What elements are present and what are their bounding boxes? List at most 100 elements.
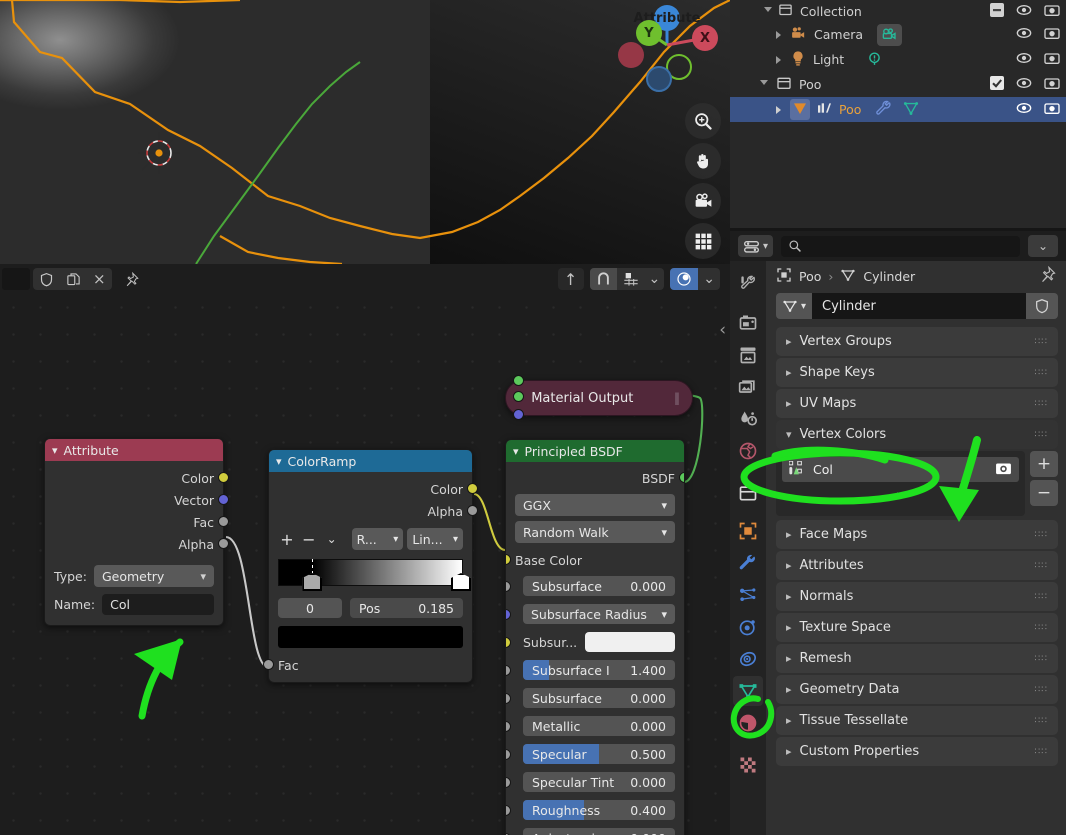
expand-triangle-icon[interactable]: ▸ xyxy=(788,490,794,503)
socket-surface-top[interactable] xyxy=(513,375,524,386)
visibility-eye-icon[interactable] xyxy=(1016,51,1032,68)
colorramp-menu-icon[interactable]: ⌄ xyxy=(322,532,342,546)
tab-particles[interactable] xyxy=(733,580,763,610)
expand-triangle-icon[interactable] xyxy=(776,30,781,39)
panel-face-maps[interactable]: ▸ Face Maps ∷∷ xyxy=(776,520,1058,549)
tab-view-layer[interactable] xyxy=(733,372,763,402)
specular-slider[interactable]: Specular 0.500 xyxy=(523,744,675,764)
panel-grip-icon[interactable]: ∷∷ xyxy=(1035,530,1048,539)
principled-prop-anisotropic[interactable]: Anisotropic 0.000 xyxy=(506,824,684,835)
checkbox-partial-icon[interactable] xyxy=(990,2,1004,20)
panel-grip-icon[interactable]: ∷∷ xyxy=(1035,561,1048,570)
panel-grip-icon[interactable]: ∷∷ xyxy=(1035,430,1048,439)
socket-vector[interactable] xyxy=(218,494,229,505)
subsurface-method-dropdown[interactable]: Random Walk ▾ xyxy=(515,521,675,543)
panel-grip-icon[interactable]: ∷∷ xyxy=(1035,623,1048,632)
node-principled-bsdf[interactable]: ▾ Principled BSDF BSDF GGX ▾ Random Walk… xyxy=(505,439,685,835)
overlay-chevron-down-icon[interactable]: ⌄ xyxy=(698,268,720,290)
panel-uv-maps[interactable]: ▸ UV Maps ∷∷ xyxy=(776,389,1058,418)
principled-prop-subsurface-anisotropy[interactable]: Subsurface 0.000 xyxy=(506,684,684,712)
panel-shape-keys[interactable]: ▸ Shape Keys ∷∷ xyxy=(776,358,1058,387)
tab-object[interactable] xyxy=(733,516,763,546)
panel-texture-space[interactable]: ▸ Texture Space ∷∷ xyxy=(776,613,1058,642)
socket-input[interactable] xyxy=(506,693,511,704)
visibility-eye-icon[interactable] xyxy=(1016,26,1032,43)
properties-content[interactable]: Poo › Cylinder ▾ Cylinder ▸ Vertex Group… xyxy=(766,261,1066,835)
attribute-name-row[interactable]: Name: Col xyxy=(45,592,223,617)
colorramp-output-color[interactable]: Color xyxy=(269,478,478,500)
panel-remesh[interactable]: ▸ Remesh ∷∷ xyxy=(776,644,1058,673)
expand-triangle-icon[interactable] xyxy=(776,55,781,64)
tab-scene[interactable] xyxy=(733,404,763,434)
socket-input[interactable] xyxy=(506,777,511,788)
panel-grip-icon[interactable]: ∷∷ xyxy=(1035,337,1048,346)
socket-bsdf[interactable] xyxy=(679,472,684,483)
outliner-row-icons[interactable] xyxy=(990,76,1060,93)
principled-distribution-row[interactable]: GGX ▾ xyxy=(506,489,684,516)
attribute-output-color[interactable]: Color xyxy=(45,467,229,489)
attribute-type-row[interactable]: Type: Geometry ▾ xyxy=(45,563,223,589)
breadcrumb-object[interactable]: Poo xyxy=(799,269,821,284)
outliner-row-light[interactable]: Light xyxy=(730,47,1066,72)
colorramp-stop-color-swatch[interactable] xyxy=(278,626,463,648)
socket-fac[interactable] xyxy=(263,659,274,670)
render-camera-icon[interactable] xyxy=(1044,76,1060,93)
attribute-output-fac[interactable]: Fac xyxy=(45,511,229,533)
colorramp-toolrow[interactable]: + − ⌄ R... ▾ Lin... ▾ xyxy=(269,522,472,550)
principled-output-bsdf[interactable]: BSDF xyxy=(506,467,684,489)
subsurface-color-swatch[interactable] xyxy=(585,632,675,652)
vertex-color-list-footer[interactable]: ▸ ∷∷ xyxy=(782,482,1019,510)
properties-header[interactable]: ▾ ⌄ xyxy=(730,231,1066,261)
tab-constraints[interactable] xyxy=(733,644,763,674)
grid-snap-icon[interactable] xyxy=(617,268,645,290)
socket-base-color[interactable] xyxy=(506,554,511,565)
render-camera-icon[interactable] xyxy=(995,461,1012,479)
principled-prop-subsurface[interactable]: Subsurface 0.000 xyxy=(506,572,684,600)
remove-vertex-color-button[interactable]: − xyxy=(1030,480,1058,506)
3d-viewport[interactable]: Attribute Y X xyxy=(0,0,730,264)
attribute-name-input[interactable]: Col xyxy=(102,594,214,615)
visibility-eye-icon[interactable] xyxy=(1016,3,1032,20)
socket-input[interactable] xyxy=(506,805,511,816)
mesh-id-block[interactable]: ▾ Cylinder xyxy=(776,293,1058,319)
colorramp-gradient-widget[interactable] xyxy=(278,559,471,591)
mesh-data-icon[interactable] xyxy=(902,100,920,120)
fake-user-icon[interactable] xyxy=(1026,293,1058,319)
node-mute-icon[interactable]: ‖ xyxy=(674,391,680,405)
principled-base-color-row[interactable]: Base Color xyxy=(506,548,684,572)
shader-node-editor[interactable]: × ↑ ⌄ ⌄ ‹ Material Output ‖ ▾ Attribute … xyxy=(0,264,730,835)
panel-custom-properties[interactable]: ▸ Custom Properties ∷∷ xyxy=(776,737,1058,766)
anisotropic-slider[interactable]: Anisotropic 0.000 xyxy=(523,828,675,835)
breadcrumb[interactable]: Poo › Cylinder xyxy=(766,261,1066,291)
render-camera-icon[interactable] xyxy=(1044,3,1060,20)
gizmo-axis-neg-z[interactable] xyxy=(646,66,672,92)
socket-input[interactable] xyxy=(506,721,511,732)
tab-render[interactable] xyxy=(733,308,763,338)
zoom-icon[interactable] xyxy=(685,103,721,139)
attribute-output-alpha[interactable]: Alpha xyxy=(45,533,229,555)
attribute-type-dropdown[interactable]: Geometry ▾ xyxy=(93,565,214,587)
principled-prop-subsurface-ior[interactable]: Subsurface I 1.400 xyxy=(506,656,684,684)
socket-alpha[interactable] xyxy=(467,505,478,516)
vertex-color-list[interactable]: Col ▸ ∷∷ xyxy=(776,451,1025,516)
remove-stop-button[interactable]: − xyxy=(300,530,318,549)
outliner[interactable]: Collection Camera Light Poo Poo xyxy=(730,0,1066,228)
principled-prop-roughness[interactable]: Roughness 0.400 xyxy=(506,796,684,824)
vertex-colors-body[interactable]: Col ▸ ∷∷ + − xyxy=(776,451,1058,516)
distribution-dropdown[interactable]: GGX ▾ xyxy=(515,494,675,516)
colorramp-output-alpha[interactable]: Alpha xyxy=(269,500,478,522)
principled-subsurface-method-row[interactable]: Random Walk ▾ xyxy=(506,516,684,543)
outliner-row-poo-object[interactable]: Poo xyxy=(730,97,1066,122)
socket-input[interactable] xyxy=(506,749,511,760)
tab-object-data[interactable] xyxy=(733,676,763,706)
node-editor-header[interactable]: × ↑ ⌄ ⌄ xyxy=(0,264,730,294)
expand-triangle-icon[interactable] xyxy=(764,6,772,16)
panel-tissue-tessellate[interactable]: ▸ Tissue Tessellate ∷∷ xyxy=(776,706,1058,735)
node-principled-header[interactable]: ▾ Principled BSDF xyxy=(506,440,684,462)
properties-tab-strip[interactable] xyxy=(730,261,766,835)
render-camera-icon[interactable] xyxy=(1044,101,1060,118)
add-stop-button[interactable]: + xyxy=(278,530,296,549)
socket-input[interactable] xyxy=(506,637,511,648)
outliner-row-poo-collection[interactable]: Poo xyxy=(730,72,1066,97)
node-material-output[interactable]: › Material Output ‖ xyxy=(505,375,693,420)
